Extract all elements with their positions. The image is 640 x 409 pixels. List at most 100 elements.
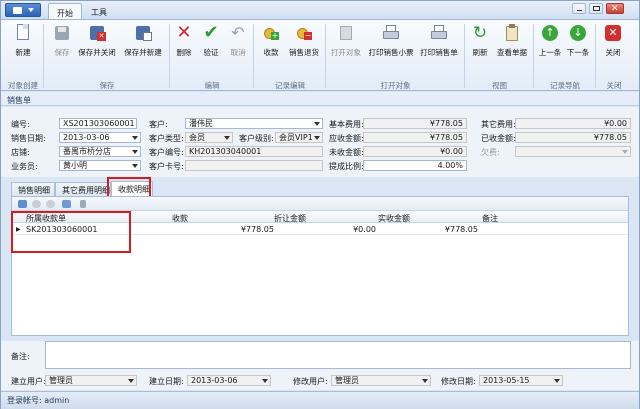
save-close-button[interactable]: ✕ 保存并关闭 xyxy=(77,24,117,58)
new-document-icon xyxy=(14,24,32,42)
grid-remove-icon[interactable] xyxy=(32,200,41,208)
dropdown-arrow-icon xyxy=(554,379,560,383)
group-record-edit: 记录编辑 xyxy=(275,81,305,90)
commission-field[interactable]: 4.00% xyxy=(363,160,467,171)
commission-label: 提成比例: xyxy=(329,162,364,171)
open-object-button[interactable]: 打开对象 xyxy=(329,24,363,58)
new-button[interactable]: 新建 xyxy=(9,24,37,58)
customer-field[interactable]: 潘伟民 xyxy=(185,118,323,129)
print-order-button[interactable]: 打印销售单 xyxy=(417,24,461,58)
separator xyxy=(464,24,465,88)
dropdown-arrow-icon xyxy=(128,379,134,383)
salesman-field[interactable]: 黄小明 xyxy=(59,160,141,171)
clipboard-icon xyxy=(503,24,521,42)
open-object-icon xyxy=(337,24,355,42)
group-open-object: 打开对象 xyxy=(380,81,411,90)
store-field[interactable]: 番禺市桥分店 xyxy=(59,146,141,157)
customer-level-field[interactable]: 会员VIP1 xyxy=(275,132,323,143)
save-button[interactable]: 保存 xyxy=(49,24,75,58)
save-new-icon xyxy=(134,24,152,42)
separator xyxy=(533,24,534,88)
other-fee-label: 其它费用: xyxy=(481,120,516,129)
created-user-field[interactable]: 管理员 xyxy=(45,375,137,386)
customer-type-field[interactable]: 会员 xyxy=(185,132,233,143)
sales-return-button[interactable]: − 销售退货 xyxy=(287,24,321,58)
modified-date-field[interactable]: 2013-05-15 xyxy=(479,375,563,386)
status-bar: 登录帐号: admin xyxy=(1,391,639,409)
customer-no-field[interactable]: KH201303040001 xyxy=(185,146,323,157)
receive-button[interactable]: + 收款 xyxy=(259,24,283,58)
dropdown-arrow-icon xyxy=(314,136,320,140)
dropdown-arrow-icon xyxy=(132,136,138,140)
debt-field[interactable] xyxy=(515,146,631,157)
save-icon xyxy=(53,24,71,42)
created-date-label: 建立日期: xyxy=(149,377,184,386)
group-record-nav: 记录导航 xyxy=(550,81,580,90)
base-fee-label: 基本费用: xyxy=(329,120,364,129)
modified-date-label: 修改日期: xyxy=(441,377,476,386)
separator xyxy=(595,24,596,88)
number-label: 编号: xyxy=(11,120,30,129)
customer-no-label: 客户编号: xyxy=(149,148,184,157)
maximize-button[interactable] xyxy=(589,3,603,14)
customer-level-label: 客户级别: xyxy=(239,134,274,143)
view-docs-button[interactable]: 查看单据 xyxy=(495,24,529,58)
tab-other-fee-detail[interactable]: 其它费用明细 xyxy=(55,182,111,196)
section-title: 销售单 xyxy=(1,92,639,106)
grid-more-icon[interactable] xyxy=(80,200,86,208)
received-field[interactable]: ¥778.05 xyxy=(515,132,631,143)
delete-x-icon: ✕ xyxy=(176,22,192,43)
separator xyxy=(43,24,44,88)
next-record-button[interactable]: ↓ 下一条 xyxy=(565,24,591,58)
unreceived-field[interactable]: ¥0.00 xyxy=(363,146,467,157)
coins-icon: + xyxy=(262,24,280,42)
created-user-label: 建立用户: xyxy=(11,377,46,386)
grid-export-icon[interactable] xyxy=(62,200,71,208)
print-ticket-button[interactable]: 打印销售小票 xyxy=(367,24,415,58)
memo-field[interactable] xyxy=(45,341,631,369)
grid-add-icon[interactable] xyxy=(18,200,27,208)
sale-date-label: 销售日期: xyxy=(11,134,46,143)
arrow-down-icon: ↓ xyxy=(569,24,587,42)
receivable-field[interactable]: ¥778.05 xyxy=(363,132,467,143)
group-edit: 编辑 xyxy=(204,81,220,90)
tab-start[interactable]: 开始 xyxy=(48,3,82,19)
cell-discount[interactable]: ¥0.00 xyxy=(336,225,376,234)
dropdown-arrow-icon xyxy=(224,136,230,140)
dropdown-arrow-icon xyxy=(132,150,138,154)
tab-sales-detail[interactable]: 销售明细 xyxy=(11,182,55,196)
save-new-button[interactable]: 保存并新建 xyxy=(121,24,165,58)
other-fee-field[interactable]: ¥0.00 xyxy=(515,118,631,129)
memo-area: 备注: xyxy=(1,341,639,371)
order-form: 编号: XS201303060001 客户: 潘伟民 基本费用: ¥778.05… xyxy=(1,107,639,177)
delete-button[interactable]: ✕ 删除 xyxy=(173,24,195,58)
base-fee-field[interactable]: ¥778.05 xyxy=(363,118,467,129)
refresh-icon: ↻ xyxy=(472,23,488,43)
customer-card-label: 客户卡号: xyxy=(149,162,184,171)
verify-button[interactable]: ✔ 验证 xyxy=(199,24,223,58)
app-menu-button[interactable] xyxy=(5,3,41,17)
close-window-button[interactable]: ✕ xyxy=(606,3,624,14)
customer-card-field[interactable] xyxy=(185,160,323,171)
cell-actual[interactable]: ¥778.05 xyxy=(438,225,478,234)
salesman-label: 业务员: xyxy=(11,162,38,171)
refresh-button[interactable]: ↻ 刷新 xyxy=(469,24,491,58)
debt-label: 欠费: xyxy=(481,148,500,157)
sale-date-field[interactable]: 2013-03-06 xyxy=(59,132,141,143)
dropdown-arrow-icon xyxy=(132,164,138,168)
close-button[interactable]: ✕ 关闭 xyxy=(601,24,625,58)
arrow-up-icon: ↑ xyxy=(541,24,559,42)
minimize-button[interactable] xyxy=(572,3,586,14)
number-field[interactable]: XS201303060001 xyxy=(59,118,137,129)
tab-tools[interactable]: 工具 xyxy=(83,3,115,19)
group-view: 视图 xyxy=(492,81,507,90)
prev-record-button[interactable]: ↑ 上一条 xyxy=(537,24,563,58)
grid-clear-icon[interactable] xyxy=(46,200,55,208)
cancel-button[interactable]: ↶ 取消 xyxy=(227,24,249,58)
modified-user-field[interactable]: 管理员 xyxy=(331,375,431,386)
store-label: 店铺: xyxy=(11,148,30,157)
undo-icon: ↶ xyxy=(231,23,245,42)
created-date-field[interactable]: 2013-03-06 xyxy=(187,375,271,386)
cell-amount[interactable]: ¥778.05 xyxy=(234,225,274,234)
received-label: 已收金额: xyxy=(481,134,516,143)
